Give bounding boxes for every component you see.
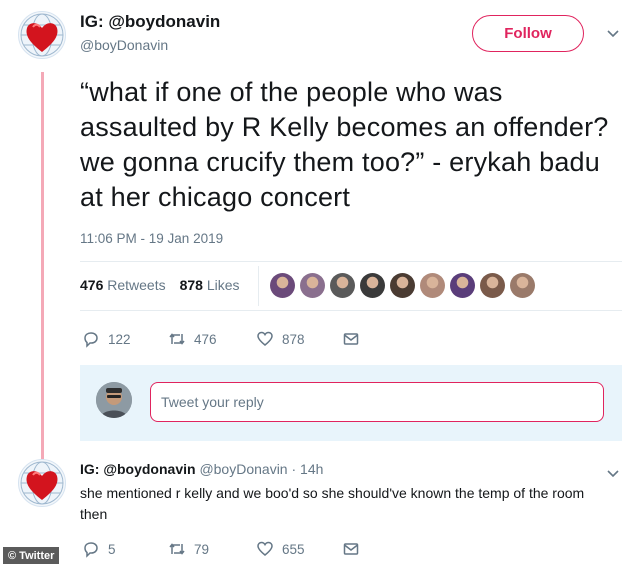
divider [80,261,622,262]
likes-stat[interactable]: 878 Likes [180,277,240,293]
reply-chevron-down-icon[interactable] [606,466,620,482]
tweet-timestamp[interactable]: 11:06 PM - 19 Jan 2019 [80,231,223,246]
reply-handle[interactable]: @boyDonavin [199,461,287,477]
like-action[interactable]: 878 [256,330,305,348]
reply-count: 122 [108,331,131,347]
author-avatar[interactable] [18,11,66,59]
reply-message-action[interactable] [342,540,360,558]
reply-like-action[interactable]: 655 [256,540,305,558]
retweet-count: 476 [194,331,217,347]
reply-action[interactable]: 122 [82,330,131,348]
reply-display-name[interactable]: IG: @boydonavin [80,461,196,477]
retweet-action[interactable]: 476 [168,330,217,348]
tweet-text: “what if one of the people who was assau… [80,77,609,212]
envelope-icon [343,543,359,555]
divider [80,310,622,311]
reply-reply-action[interactable]: 5 [82,540,116,558]
retweets-label: Retweets [107,277,166,293]
author-handle[interactable]: @boyDonavin [80,37,168,53]
liker-avatar[interactable] [450,273,475,298]
reply-author-avatar[interactable] [18,459,66,507]
twitter-watermark: © Twitter [3,547,60,564]
reply-time[interactable]: 14h [300,461,323,477]
follow-button[interactable]: Follow [472,15,584,52]
likers-avatars[interactable] [270,273,535,298]
stats-separator [258,266,259,306]
like-count: 878 [282,331,305,347]
liker-avatar[interactable] [300,273,325,298]
reply-reply-count: 5 [108,541,116,557]
reply-icon [84,542,98,558]
envelope-icon [343,333,359,345]
heart-icon [257,541,273,556]
retweets-count: 476 [80,277,104,293]
liker-avatar[interactable] [390,273,415,298]
liker-avatar[interactable] [330,273,355,298]
liker-avatar[interactable] [420,273,445,298]
heart-globe-icon [20,461,64,505]
thread-line [41,72,44,462]
likes-label: Likes [206,277,240,293]
reply-retweet-count: 79 [194,541,210,557]
liker-avatar[interactable] [480,273,505,298]
current-user-avatar [96,382,132,418]
retweet-icon [169,543,185,555]
retweet-icon [169,333,185,345]
likes-count: 878 [179,277,203,293]
heart-globe-icon [20,13,64,57]
message-action[interactable] [342,330,360,348]
liker-avatar[interactable] [360,273,385,298]
reply-icon [84,332,98,348]
liker-avatar[interactable] [270,273,295,298]
retweets-stat[interactable]: 476 Retweets [80,277,166,293]
reply-separator: · [291,461,297,477]
reply-text: she mentioned r kelly and we boo'd so sh… [80,485,585,522]
author-display-name[interactable]: IG: @boydonavin [80,12,220,32]
reply-retweet-action[interactable]: 79 [168,540,209,558]
reply-header: IG: @boydonavin @boyDonavin · 14h [80,461,323,477]
reply-input[interactable]: Tweet your reply [150,382,604,422]
tweet-stats: 476 Retweets 878 Likes [80,277,240,293]
liker-avatar[interactable] [510,273,535,298]
reply-like-count: 655 [282,541,305,557]
chevron-down-icon[interactable] [606,26,620,42]
heart-icon [257,331,273,346]
